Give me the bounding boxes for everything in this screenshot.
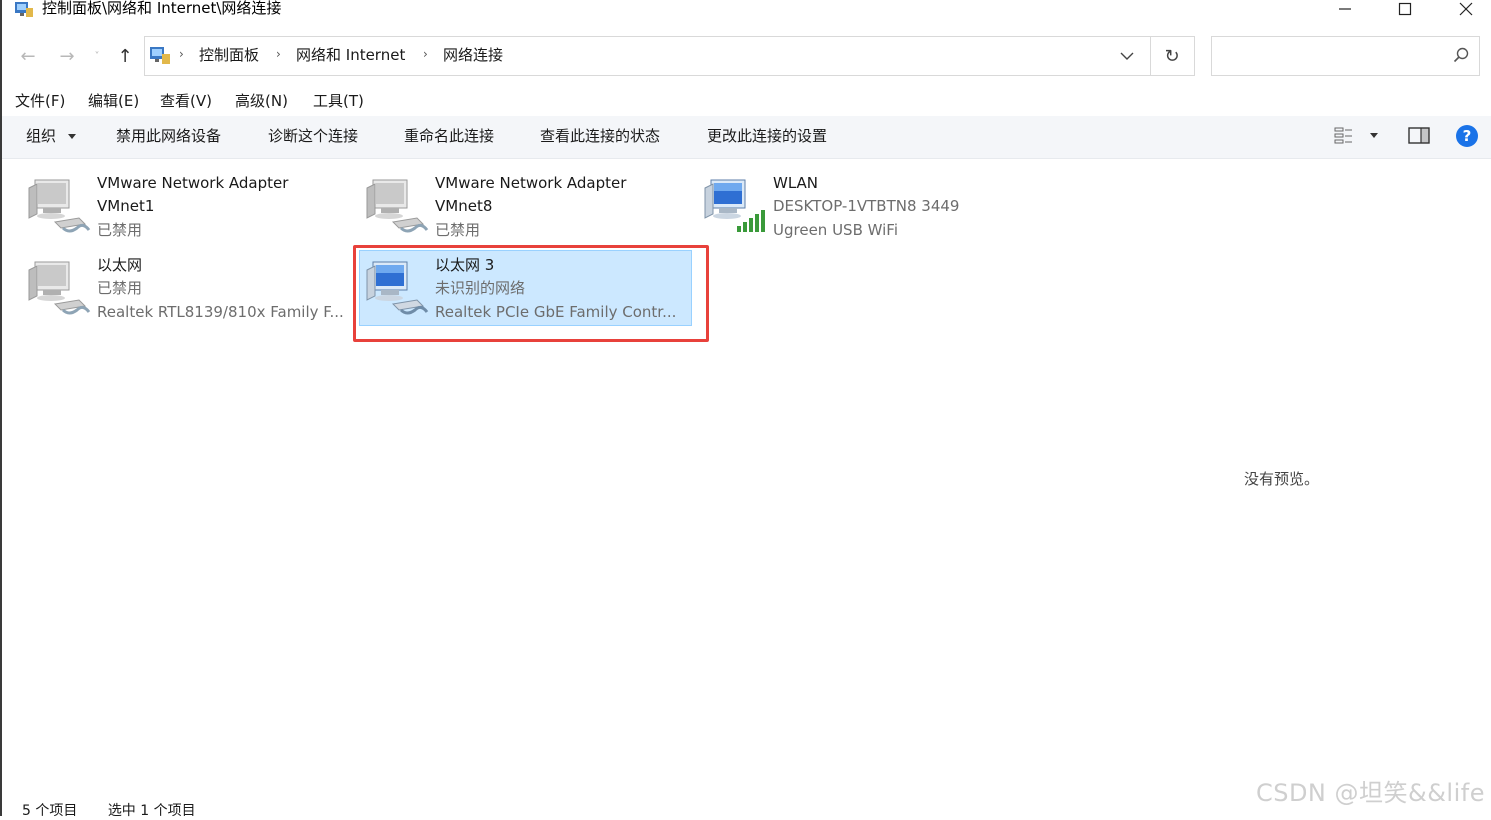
breadcrumb-separator: ›: [423, 47, 428, 61]
svg-text:?: ?: [1463, 127, 1472, 145]
breadcrumb-control-panel[interactable]: 控制面板: [199, 45, 259, 65]
connection-device: Realtek RTL8139/810x Family F...: [97, 303, 344, 321]
red-annotation-box: [353, 245, 709, 342]
arrow-left-icon: ←: [20, 45, 36, 67]
view-status-button[interactable]: 查看此连接的状态: [540, 126, 660, 146]
arrow-up-icon: ↑: [117, 45, 133, 67]
view-options-icon[interactable]: [1334, 126, 1354, 146]
connection-name: VMware Network Adapter: [435, 174, 627, 192]
connection-item-ethernet[interactable]: 以太网 已禁用 Realtek RTL8139/810x Family F...: [17, 252, 357, 334]
connection-status: 已禁用: [97, 279, 143, 297]
status-bar: 5 个项目 选中 1 个项目: [22, 800, 196, 820]
connection-device: Ugreen USB WiFi: [773, 221, 899, 239]
disable-device-button[interactable]: 禁用此网络设备: [116, 126, 221, 146]
watermark: CSDN @坦笑&&life: [1255, 779, 1485, 807]
recent-locations-button[interactable]: ˅: [88, 42, 106, 70]
connection-item-vmnet8[interactable]: VMware Network Adapter VMnet8 已禁用: [355, 170, 695, 252]
menu-edit[interactable]: 编辑(E): [88, 91, 139, 111]
connection-device: VMnet1: [97, 197, 155, 215]
connection-item-wlan[interactable]: WLAN DESKTOP-1VTBTN8 3449 Ugreen USB WiF…: [693, 170, 1033, 252]
selected-count: 选中 1 个项目: [107, 803, 196, 819]
connection-status: 已禁用: [97, 221, 143, 239]
caret-down-icon[interactable]: [1369, 132, 1379, 140]
connection-status: 已禁用: [435, 221, 481, 239]
title-bar: 控制面板\网络和 Internet\网络连接: [2, 0, 1491, 22]
minimize-button[interactable]: [1322, 0, 1368, 22]
command-bar: 组织 禁用此网络设备 诊断这个连接 重命名此连接 查看此连接的状态 更改此连接的…: [2, 116, 1491, 159]
up-button[interactable]: ↑: [112, 42, 138, 70]
refresh-button[interactable]: ↻: [1150, 36, 1195, 76]
connection-network: DESKTOP-1VTBTN8 3449: [773, 197, 960, 215]
wifi-adapter-icon: [704, 179, 765, 232]
maximize-icon: [1398, 2, 1412, 16]
control-panel-icon: [15, 2, 33, 17]
breadcrumb-network-internet[interactable]: 网络和 Internet: [296, 45, 405, 65]
address-bar[interactable]: › 控制面板 › 网络和 Internet › 网络连接: [144, 36, 1151, 76]
arrow-right-icon: →: [59, 45, 75, 67]
organize-label: 组织: [26, 127, 57, 145]
breadcrumb-separator: ›: [179, 47, 184, 61]
chevron-down-icon[interactable]: [1120, 51, 1134, 61]
minimize-icon: [1339, 8, 1351, 10]
menu-tools[interactable]: 工具(T): [313, 91, 364, 111]
connection-name: VMware Network Adapter: [97, 174, 289, 192]
breadcrumb-separator: ›: [276, 47, 281, 61]
window-title: 控制面板\网络和 Internet\网络连接: [42, 0, 282, 17]
forward-button[interactable]: →: [54, 42, 80, 70]
item-count: 5 个项目: [22, 803, 78, 819]
close-button[interactable]: [1443, 0, 1489, 22]
back-button[interactable]: ←: [15, 42, 41, 70]
menu-file[interactable]: 文件(F): [15, 91, 65, 111]
connection-name: 以太网: [97, 256, 143, 274]
connection-device: VMnet8: [435, 197, 493, 215]
close-icon: [1459, 2, 1473, 16]
menu-bar: 文件(F) 编辑(E) 查看(V) 高级(N) 工具(T): [2, 88, 1491, 114]
help-icon[interactable]: ?: [1455, 124, 1479, 148]
chevron-down-icon: ˅: [94, 50, 100, 62]
search-input[interactable]: [1211, 36, 1480, 76]
change-settings-button[interactable]: 更改此连接的设置: [707, 126, 827, 146]
menu-view[interactable]: 查看(V): [160, 91, 212, 111]
diagnose-button[interactable]: 诊断这个连接: [268, 126, 358, 146]
connection-item-vmnet1[interactable]: VMware Network Adapter VMnet1 已禁用: [17, 170, 357, 252]
network-adapter-icon: [27, 178, 91, 233]
network-adapter-icon: [365, 178, 429, 233]
preview-pane-icon[interactable]: [1408, 126, 1430, 146]
refresh-icon: ↻: [1164, 45, 1180, 67]
menu-advanced[interactable]: 高级(N): [235, 91, 288, 111]
preview-pane-message: 没有预览。: [1244, 470, 1320, 488]
control-panel-icon: [150, 47, 170, 64]
organize-button[interactable]: 组织: [26, 126, 77, 146]
maximize-button[interactable]: [1382, 0, 1428, 22]
network-adapter-icon: [27, 260, 91, 315]
rename-button[interactable]: 重命名此连接: [404, 126, 494, 146]
breadcrumb-network-connections[interactable]: 网络连接: [443, 45, 503, 65]
connection-name: WLAN: [773, 174, 819, 192]
search-icon: [1453, 47, 1469, 63]
caret-down-icon: [67, 134, 76, 139]
